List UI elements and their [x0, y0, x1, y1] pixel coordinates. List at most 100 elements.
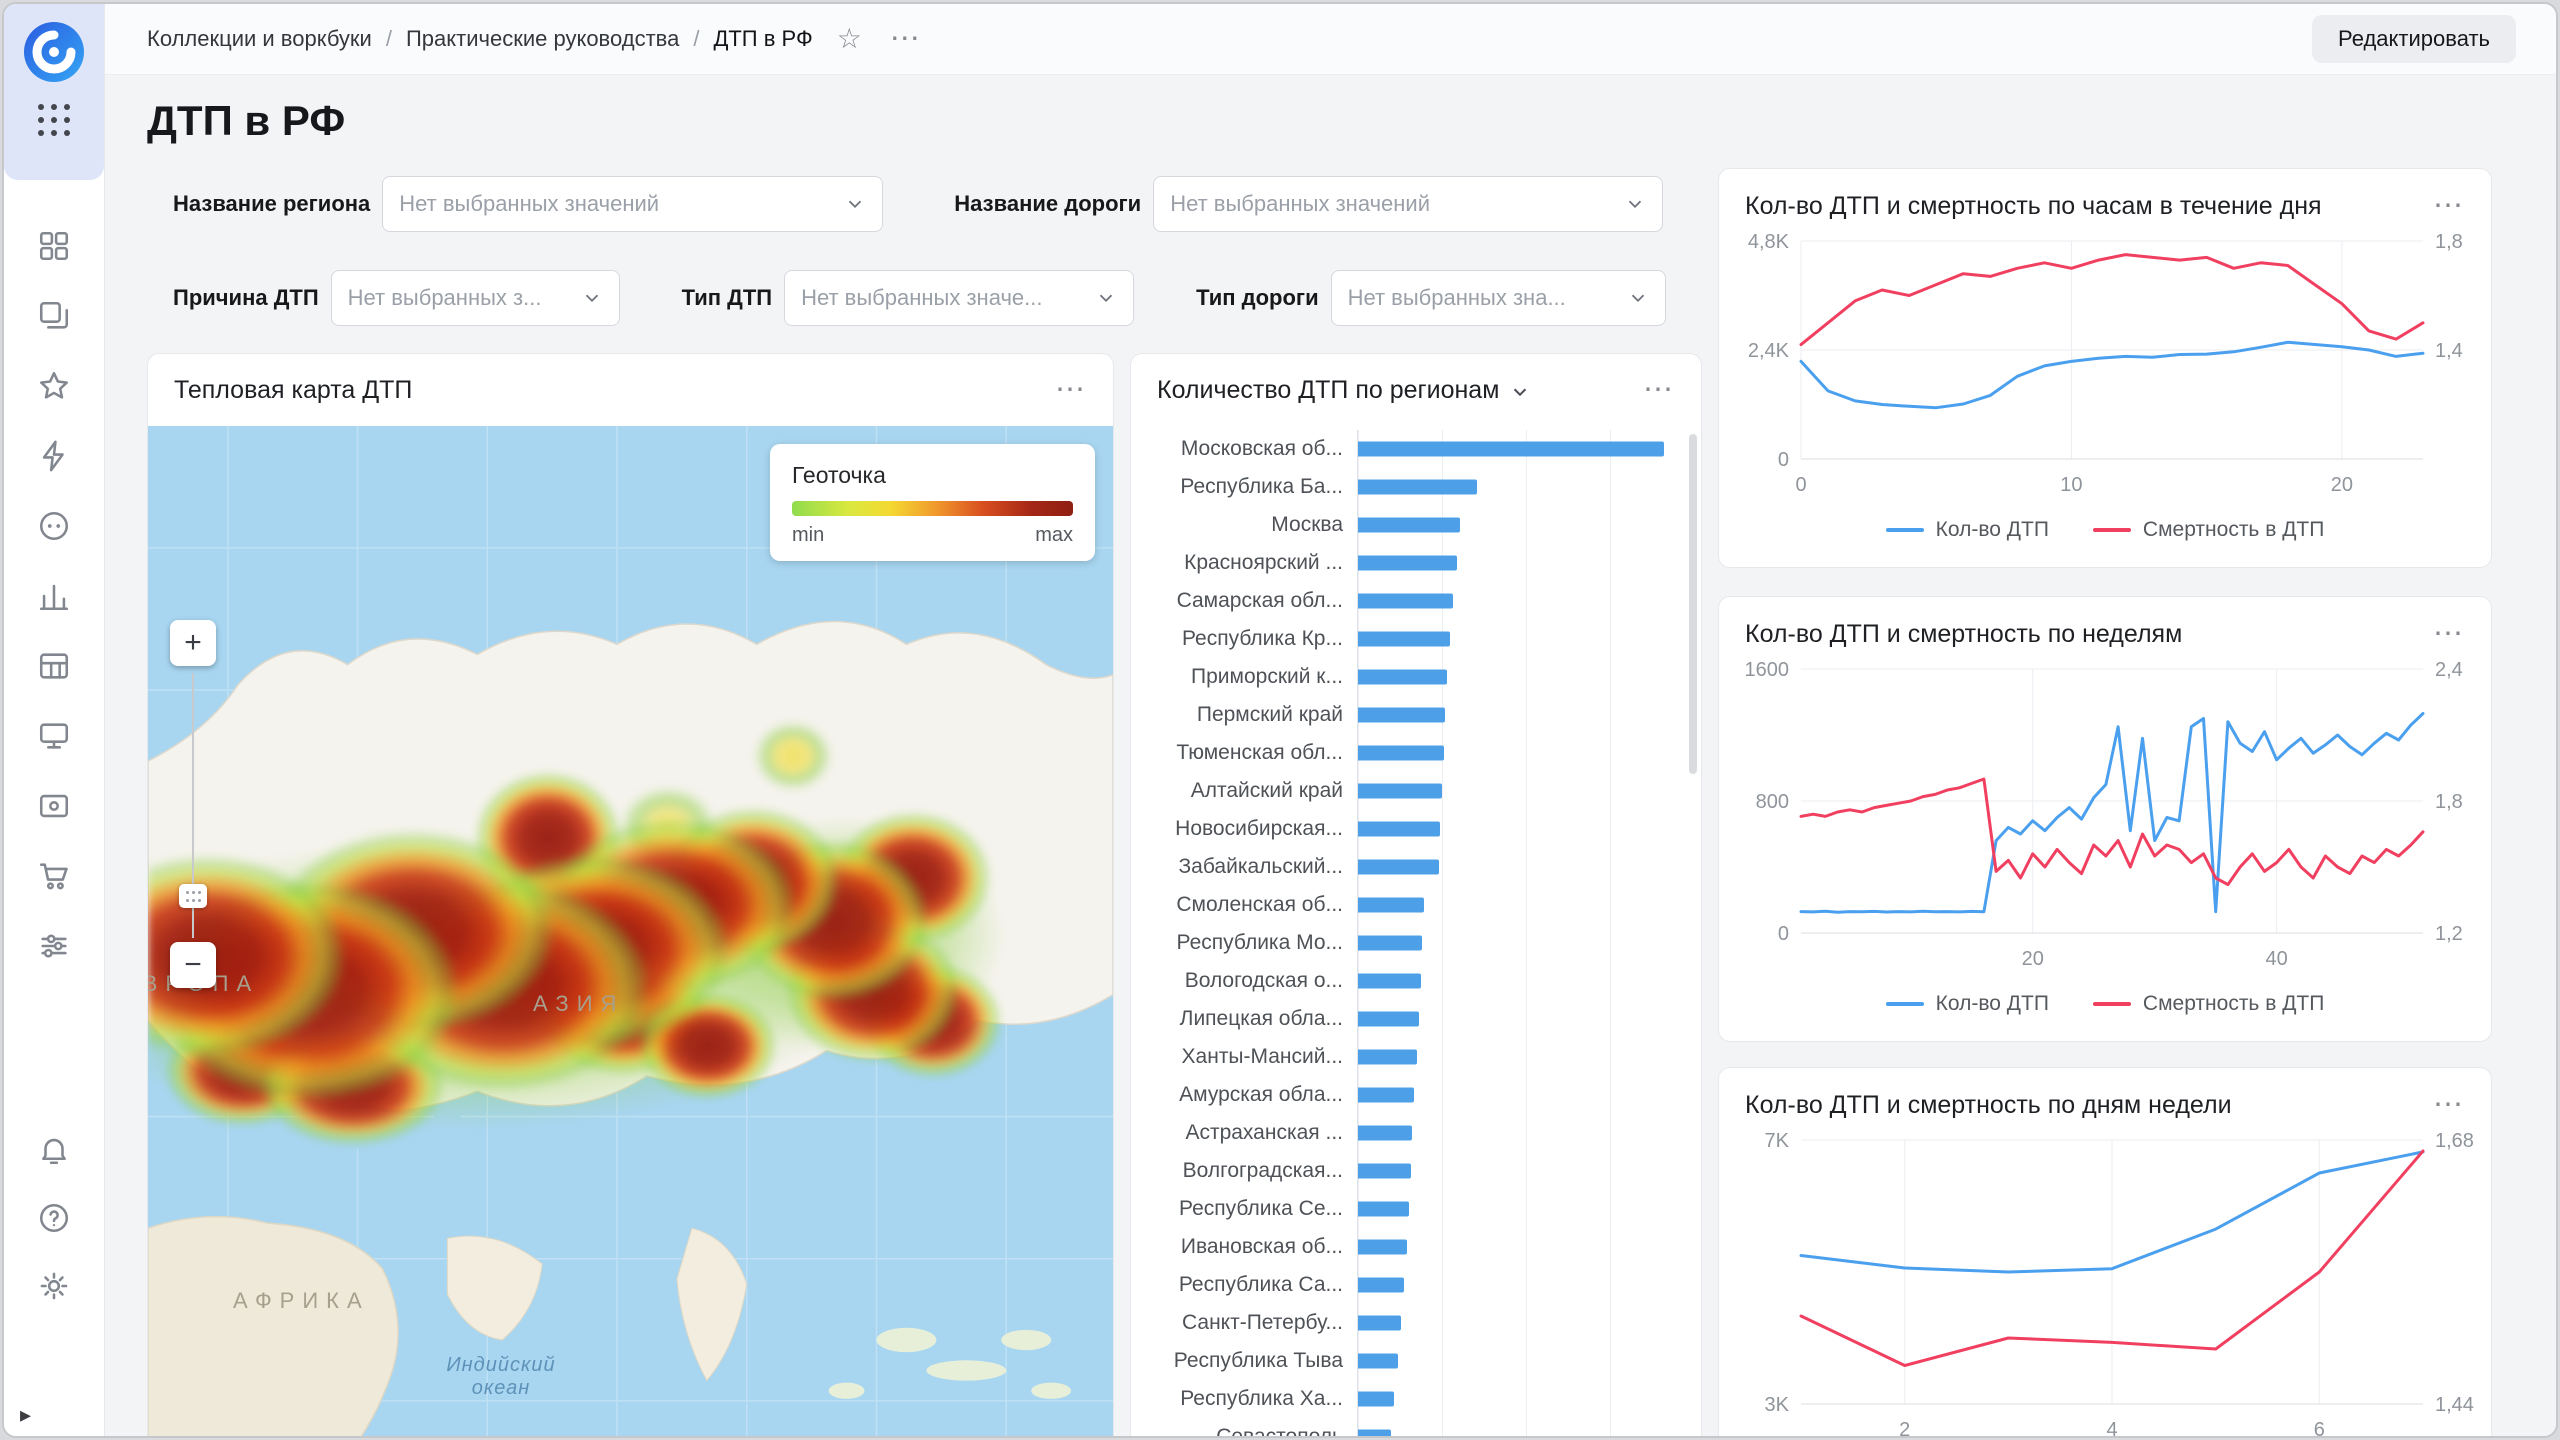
- regions-scrollbar[interactable]: [1689, 434, 1697, 1436]
- filter-cause-select[interactable]: Нет выбранных з...: [331, 270, 620, 326]
- sidebar-item-marketplace[interactable]: [34, 856, 74, 896]
- region-bar[interactable]: [1358, 594, 1453, 609]
- right-chart-column: Кол-во ДТП и смертность по часам в течен…: [1718, 168, 2492, 1436]
- sidebar-item-favorites[interactable]: [34, 366, 74, 406]
- region-bar[interactable]: [1358, 1430, 1391, 1437]
- sidebar-item-charts[interactable]: [34, 576, 74, 616]
- zoom-in-button[interactable]: +: [170, 620, 216, 666]
- datalens-logo-icon[interactable]: [22, 20, 86, 84]
- region-bar-row[interactable]: Волгоградская...: [1131, 1152, 1687, 1190]
- regions-menu-icon[interactable]: ⋯: [1643, 375, 1675, 405]
- region-bar[interactable]: [1358, 936, 1422, 951]
- region-bar-row[interactable]: Ивановская об...: [1131, 1228, 1687, 1266]
- region-bar[interactable]: [1358, 632, 1450, 647]
- region-bar-row[interactable]: Республика Се...: [1131, 1190, 1687, 1228]
- settings-gear-icon[interactable]: [34, 1266, 74, 1306]
- chart-weekdays-menu-icon[interactable]: ⋯: [2433, 1090, 2465, 1120]
- region-bar-row[interactable]: Смоленская об...: [1131, 886, 1687, 924]
- map-canvas[interactable]: ЕВРОПА АЗИЯ АФРИКА Индийский океан Геото…: [148, 426, 1113, 1436]
- legend-item-mortality[interactable]: Смертность в ДТП: [2093, 992, 2324, 1016]
- region-bar-row[interactable]: Тюменская обл...: [1131, 734, 1687, 772]
- region-bar-row[interactable]: Алтайский край: [1131, 772, 1687, 810]
- breadcrumb-collections[interactable]: Коллекции и воркбуки: [147, 26, 372, 52]
- region-bar[interactable]: [1358, 974, 1421, 989]
- filter-road-select[interactable]: Нет выбранных значений: [1153, 176, 1663, 232]
- region-bar[interactable]: [1358, 1012, 1419, 1027]
- region-bar-row[interactable]: Санкт-Петербу...: [1131, 1304, 1687, 1342]
- zoom-slider-handle[interactable]: [179, 884, 207, 908]
- heatmap-menu-icon[interactable]: ⋯: [1055, 375, 1087, 405]
- region-bar-row[interactable]: Республика Кр...: [1131, 620, 1687, 658]
- region-bar-row[interactable]: Вологодская о...: [1131, 962, 1687, 1000]
- favorite-star-icon[interactable]: ☆: [837, 25, 862, 53]
- filter-region-select[interactable]: Нет выбранных значений: [382, 176, 883, 232]
- region-bar-row[interactable]: Липецкая обла...: [1131, 1000, 1687, 1038]
- region-bar-row[interactable]: Республика Мо...: [1131, 924, 1687, 962]
- sidebar-item-storage[interactable]: [34, 786, 74, 826]
- region-bar[interactable]: [1358, 708, 1445, 723]
- region-bar[interactable]: [1358, 480, 1477, 495]
- region-bar[interactable]: [1358, 746, 1444, 761]
- sidebar-item-datasets[interactable]: [34, 646, 74, 686]
- sidebar-item-quick-actions[interactable]: [34, 436, 74, 476]
- region-bar[interactable]: [1358, 822, 1440, 837]
- region-bar[interactable]: [1358, 1202, 1409, 1217]
- legend-line-blue: [1886, 528, 1924, 532]
- zoom-out-button[interactable]: −: [170, 942, 216, 988]
- region-bar[interactable]: [1358, 1316, 1401, 1331]
- region-bar[interactable]: [1358, 1126, 1412, 1141]
- legend-item-mortality[interactable]: Смертность в ДТП: [2093, 518, 2324, 542]
- region-bar-row[interactable]: Астраханская ...: [1131, 1114, 1687, 1152]
- sidebar-item-parameters[interactable]: [34, 926, 74, 966]
- region-label: Республика Се...: [1131, 1197, 1357, 1221]
- sidebar-item-editor[interactable]: [34, 716, 74, 756]
- sidebar-item-dashboards[interactable]: [34, 226, 74, 266]
- region-bar[interactable]: [1358, 1392, 1394, 1407]
- help-icon[interactable]: [34, 1198, 74, 1238]
- sidebar-item-collections[interactable]: [34, 296, 74, 336]
- region-bar[interactable]: [1358, 1088, 1414, 1103]
- chart-weeks-menu-icon[interactable]: ⋯: [2433, 619, 2465, 649]
- regions-scrollbar-thumb[interactable]: [1689, 434, 1697, 774]
- chevron-down-icon[interactable]: [1509, 381, 1531, 403]
- region-bar[interactable]: [1358, 518, 1460, 533]
- region-bar-row[interactable]: Республика Ба...: [1131, 468, 1687, 506]
- sidebar-item-connections[interactable]: [34, 506, 74, 546]
- filter-road-type-select[interactable]: Нет выбранных зна...: [1331, 270, 1666, 326]
- region-bar-row[interactable]: Приморский к...: [1131, 658, 1687, 696]
- notifications-bell-icon[interactable]: [34, 1130, 74, 1170]
- region-bar[interactable]: [1358, 1164, 1411, 1179]
- region-bar-row[interactable]: Республика Са...: [1131, 1266, 1687, 1304]
- region-bar[interactable]: [1358, 898, 1424, 913]
- legend-item-accidents[interactable]: Кол-во ДТП: [1886, 518, 2049, 542]
- region-bar-row[interactable]: Забайкальский...: [1131, 848, 1687, 886]
- region-bar[interactable]: [1358, 1278, 1404, 1293]
- region-bar-row[interactable]: Севастополь: [1131, 1418, 1687, 1436]
- region-bar-row[interactable]: Новосибирская...: [1131, 810, 1687, 848]
- region-bar-row[interactable]: Московская об...: [1131, 430, 1687, 468]
- region-bar[interactable]: [1358, 442, 1664, 457]
- breadcrumb-guides[interactable]: Практические руководства: [406, 26, 679, 52]
- region-bar-row[interactable]: Амурская обла...: [1131, 1076, 1687, 1114]
- edit-button[interactable]: Редактировать: [2312, 15, 2516, 63]
- region-bar[interactable]: [1358, 1240, 1407, 1255]
- legend-item-accidents[interactable]: Кол-во ДТП: [1886, 992, 2049, 1016]
- region-bar[interactable]: [1358, 1354, 1398, 1369]
- region-bar-row[interactable]: Республика Тыва: [1131, 1342, 1687, 1380]
- region-bar[interactable]: [1358, 784, 1442, 799]
- region-bar-row[interactable]: Пермский край: [1131, 696, 1687, 734]
- apps-grid-icon[interactable]: [34, 100, 74, 140]
- region-bar-row[interactable]: Самарская обл...: [1131, 582, 1687, 620]
- region-bar-row[interactable]: Красноярский ...: [1131, 544, 1687, 582]
- region-bar[interactable]: [1358, 556, 1457, 571]
- region-bar[interactable]: [1358, 1050, 1417, 1065]
- region-bar[interactable]: [1358, 860, 1439, 875]
- sidebar-expand-icon[interactable]: ▸: [20, 1402, 31, 1428]
- filter-dtp-type-select[interactable]: Нет выбранных значе...: [784, 270, 1134, 326]
- region-bar-row[interactable]: Республика Ха...: [1131, 1380, 1687, 1418]
- chart-hours-menu-icon[interactable]: ⋯: [2433, 191, 2465, 221]
- region-bar-row[interactable]: Москва: [1131, 506, 1687, 544]
- header-more-icon[interactable]: ⋯: [890, 24, 922, 54]
- region-bar-row[interactable]: Ханты-Мансий...: [1131, 1038, 1687, 1076]
- region-bar[interactable]: [1358, 670, 1447, 685]
